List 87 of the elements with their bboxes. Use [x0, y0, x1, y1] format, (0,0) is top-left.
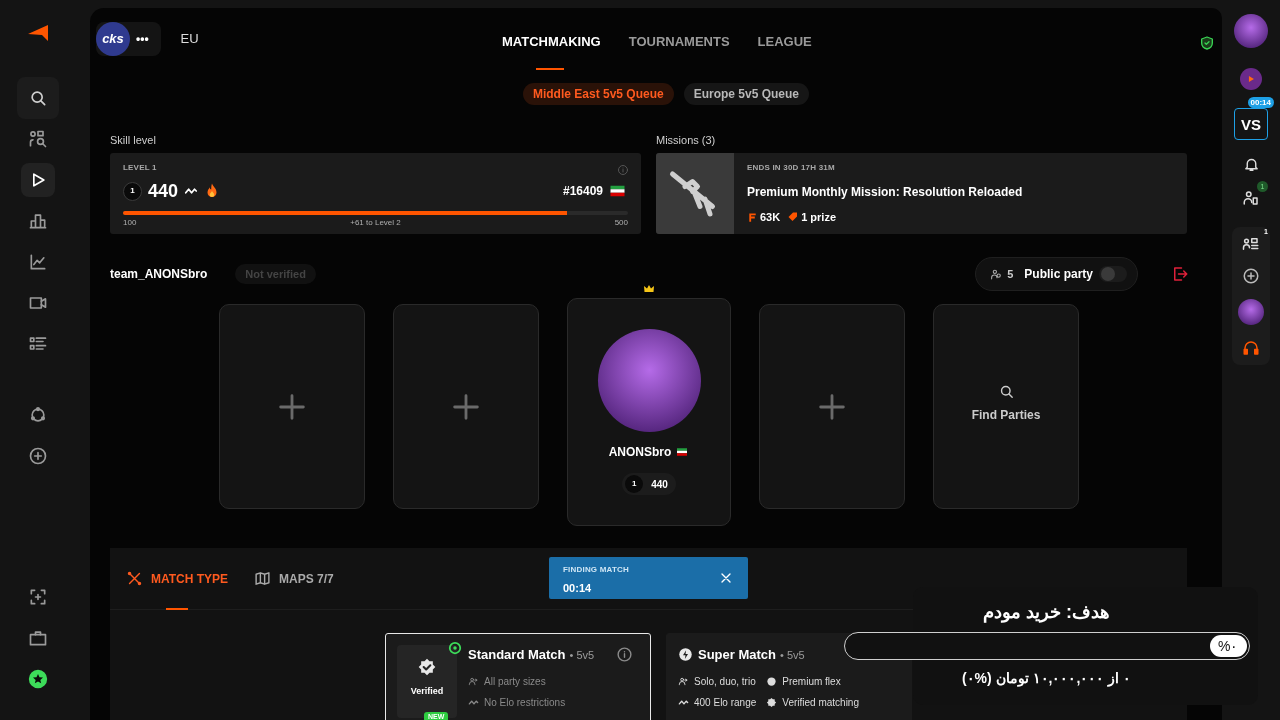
match-feature: All party sizes — [484, 674, 546, 689]
notifications-button[interactable] — [1242, 156, 1260, 173]
mission-title: Premium Monthly Mission: Resolution Reloaded — [747, 184, 1023, 201]
player-search-icon — [27, 129, 48, 149]
section-heading: Skill level — [110, 133, 157, 146]
headphones-icon — [1242, 339, 1260, 357]
lightning-icon — [678, 647, 693, 663]
profile-avatar[interactable] — [1234, 14, 1268, 48]
party-button[interactable] — [1242, 235, 1260, 253]
nav-tab[interactable]: LEAGUE — [757, 27, 812, 57]
match-timer: 00:14 — [563, 581, 593, 596]
queue-pill[interactable]: Middle East 5v5 Queue — [522, 83, 674, 105]
people-icon — [678, 675, 689, 687]
party-members-icon — [990, 267, 1004, 281]
match-feature: Solo, duo, trio — [694, 674, 756, 689]
more-button[interactable]: ••• — [130, 30, 155, 48]
progress-min: 100 — [123, 217, 137, 229]
progress-text: +61 to Level 2 — [350, 217, 401, 229]
verified-label: Verified — [410, 685, 444, 698]
tab-underline — [536, 68, 564, 70]
progress-max: 500 — [614, 217, 628, 229]
match-tab[interactable]: MATCH TYPE — [126, 547, 229, 610]
level-badge: 1 — [625, 475, 644, 493]
add-circle-icon — [1242, 267, 1260, 285]
nav-tab[interactable]: TOURNAMENTS — [628, 27, 730, 57]
party-members-icon — [1242, 235, 1260, 253]
crossed-swords-icon — [126, 570, 143, 587]
party-visibility-label: Public party — [1024, 266, 1093, 283]
tag-icon — [787, 211, 800, 224]
briefcase-icon — [27, 628, 48, 648]
sidebar-play-button[interactable] — [20, 163, 55, 197]
elo-value: 440 — [651, 477, 668, 492]
mission-card[interactable]: ENDS IN 30D 17H 31M Premium Monthly Mission: Resolution Reloaded 63K 1 prize — [656, 153, 1187, 234]
match-feature: Premium flex — [782, 674, 841, 689]
info-icon — [616, 646, 634, 664]
play-icon — [1246, 74, 1256, 84]
friends-button[interactable] — [1242, 189, 1260, 207]
match-feature: Verified matching — [782, 695, 859, 710]
mission-points: 63K — [760, 210, 781, 225]
game-logo[interactable]: cks — [96, 22, 130, 56]
nav-tab[interactable]: MATCHMAKING — [502, 27, 601, 57]
bar-chart-icon — [27, 211, 48, 231]
bell-icon — [1242, 156, 1260, 173]
region-label[interactable]: EU — [180, 29, 199, 49]
flag-icon — [675, 447, 690, 457]
support-button[interactable] — [1242, 339, 1260, 357]
level-label: LEVEL 1 — [123, 162, 157, 174]
map-icon — [254, 570, 272, 587]
status-ring-icon — [448, 641, 462, 655]
level-badge: 1 — [123, 181, 142, 201]
match-mode: • 5v5 — [780, 647, 805, 663]
shield-icon — [1199, 35, 1215, 51]
exit-icon — [1171, 265, 1189, 283]
goal-title: هدف: خرید مودم — [983, 601, 1110, 625]
mission-deadline: ENDS IN 30D 17H 31M — [747, 162, 836, 174]
match-type-title: Standard Match — [468, 646, 566, 664]
elo-value: 440 — [148, 179, 179, 203]
match-feature: No Elo restrictions — [484, 695, 566, 710]
people-icon — [1242, 189, 1260, 207]
team-name: team_ANONSbro — [110, 266, 208, 283]
match-type-card[interactable]: Super Match • 5v5 Solo, duo, trio Premium flex 400 Elo range Verified matching — [666, 633, 912, 720]
star-badge-icon — [27, 669, 48, 689]
party-size: 5 — [1007, 266, 1014, 282]
people-icon — [468, 675, 479, 687]
public-party-toggle[interactable] — [1099, 266, 1127, 282]
section-heading: Missions (3) — [656, 133, 717, 146]
add-button[interactable] — [1242, 267, 1260, 285]
mission-prize: 1 prize — [801, 210, 837, 225]
media-button[interactable] — [1240, 68, 1262, 90]
queue-timer-badge: 00:14 — [1247, 97, 1274, 108]
match-mode: • 5v5 — [569, 647, 595, 663]
queue-pill[interactable]: Europe 5v5 Queue — [683, 83, 810, 105]
player-name: ANONSbro — [608, 444, 672, 461]
player-card[interactable]: ANONSbro 1 440 — [567, 298, 731, 526]
points-icon — [747, 211, 758, 223]
add-circle-icon — [27, 446, 48, 466]
find-parties-button[interactable]: Find Parties — [933, 304, 1079, 509]
goal-percent: %۰ — [1210, 635, 1247, 657]
member-avatar[interactable] — [1238, 299, 1264, 325]
match-feature: 400 Elo range — [694, 695, 757, 710]
leave-party-button[interactable] — [1171, 265, 1189, 283]
match-type-title: Super Match — [698, 646, 776, 664]
rank-number: #16409 — [562, 183, 603, 200]
finding-match-label: FINDING MATCH — [563, 564, 630, 576]
info-icon — [617, 164, 629, 176]
goal-amount: ۰ از ۱۰,۰۰۰,۰۰۰ تومان (%۰) — [961, 669, 1132, 689]
match-tab[interactable]: MAPS 7/7 — [254, 547, 334, 610]
